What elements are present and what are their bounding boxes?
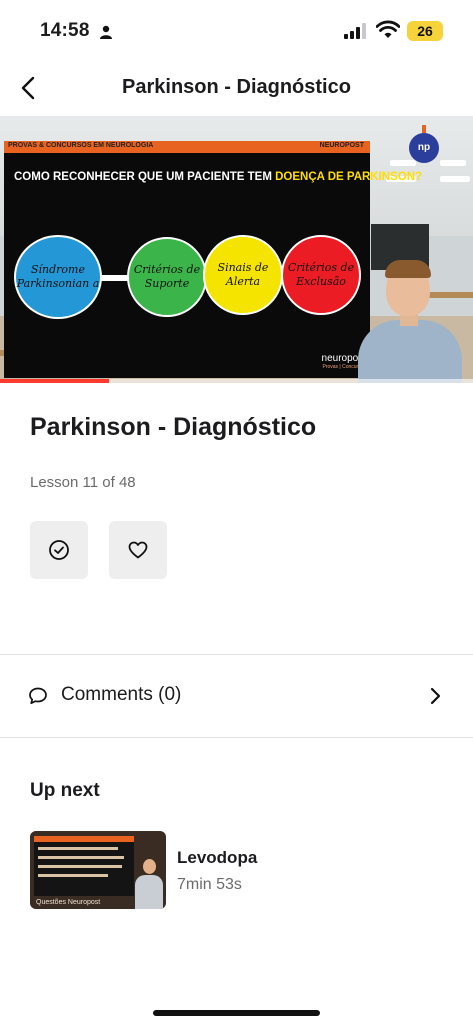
ceiling-light bbox=[440, 176, 470, 182]
speech-bubble-icon bbox=[29, 687, 47, 705]
thumbnail-text-line bbox=[38, 874, 108, 877]
up-next-heading: Up next bbox=[30, 780, 100, 801]
thumbnail-caption: Questões Neuropost bbox=[36, 899, 101, 906]
thumbnail-presenter-body bbox=[135, 875, 163, 909]
video-progress-fill bbox=[0, 379, 109, 383]
presenter bbox=[348, 260, 468, 383]
up-next-thumbnail: Questões Neuropost bbox=[30, 831, 166, 909]
favorite-button[interactable] bbox=[109, 521, 167, 579]
heart-icon bbox=[128, 541, 148, 559]
up-next-item[interactable]: Questões Neuropost Levodopa 7min 53s bbox=[30, 831, 450, 909]
home-indicator[interactable] bbox=[153, 1010, 320, 1016]
comments-row[interactable]: Comments (0) bbox=[0, 655, 473, 737]
slide-question-highlight: DOENÇA DE PARKINSON? bbox=[275, 171, 423, 183]
comments-label: Comments (0) bbox=[61, 684, 182, 705]
nav-bar: Parkinson - Diagnóstico bbox=[0, 62, 473, 114]
mark-complete-button[interactable] bbox=[30, 521, 88, 579]
person-icon bbox=[100, 25, 112, 39]
cellular-signal-icon bbox=[344, 23, 366, 39]
slide-question-prefix: COMO RECONHECER QUE UM PACIENTE TEM bbox=[14, 171, 276, 183]
thumbnail-text-line bbox=[38, 856, 124, 859]
up-next-duration: 7min 53s bbox=[177, 876, 242, 893]
video-player[interactable]: PROVAS & CONCURSOS EM NEUROLOGIA NEUROPO… bbox=[0, 116, 473, 383]
thumbnail-text-line bbox=[38, 847, 118, 850]
up-next-title: Levodopa bbox=[177, 848, 258, 867]
wifi-icon bbox=[376, 20, 400, 38]
check-circle-icon bbox=[49, 540, 69, 560]
page-title: Parkinson - Diagnóstico bbox=[122, 76, 351, 98]
divider bbox=[0, 737, 473, 738]
lecture-slide: PROVAS & CONCURSOS EM NEUROLOGIA NEUROPO… bbox=[4, 141, 422, 378]
slide-header-left: PROVAS & CONCURSOS EM NEUROLOGIA bbox=[8, 142, 154, 149]
circle-criterios-suporte: Critérios de Suporte bbox=[127, 237, 207, 317]
slide-header-right: NEUROPOST bbox=[319, 142, 364, 149]
slide-question: COMO RECONHECER QUE UM PACIENTE TEM DOEN… bbox=[14, 171, 422, 183]
thumbnail-presenter bbox=[134, 859, 164, 909]
circle-sindrome-parkinsoniana: Síndrome Parkinsonian a bbox=[14, 235, 102, 319]
thumbnail-text-line bbox=[38, 865, 122, 868]
chevron-right-icon bbox=[430, 687, 441, 705]
thumbnail-slide-header bbox=[34, 836, 134, 842]
ceiling-light bbox=[440, 160, 466, 166]
ceiling-light bbox=[390, 160, 416, 166]
lesson-title: Parkinson - Diagnóstico bbox=[30, 413, 317, 441]
channel-badge: np bbox=[409, 125, 439, 163]
battery-icon: 26 bbox=[407, 21, 443, 41]
lesson-count: Lesson 11 of 48 bbox=[30, 474, 136, 491]
thumbnail-presenter-head bbox=[143, 859, 156, 874]
slide-header: PROVAS & CONCURSOS EM NEUROLOGIA NEUROPO… bbox=[4, 141, 370, 153]
circle-sinais-alerta: Sinais de Alerta bbox=[203, 235, 283, 315]
presenter-hair bbox=[385, 260, 431, 278]
presenter-torso bbox=[358, 320, 462, 383]
status-bar: 14:58 26 bbox=[0, 0, 473, 60]
status-time: 14:58 bbox=[40, 20, 90, 41]
